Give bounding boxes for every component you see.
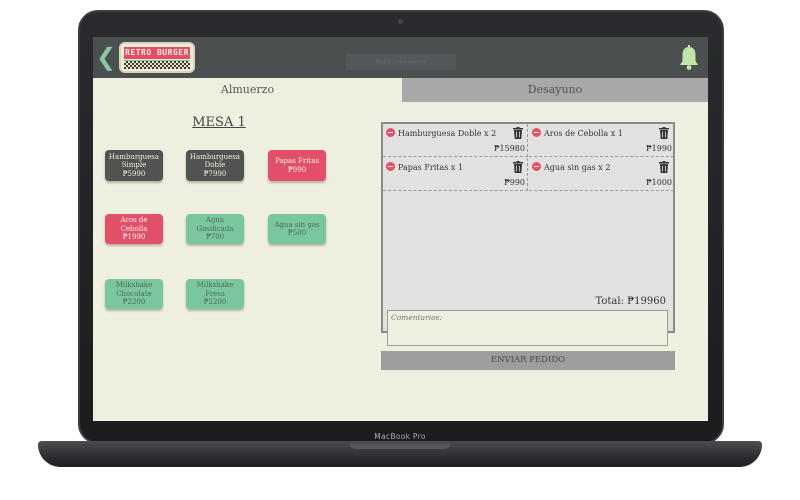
remove-item-icon[interactable] [532,162,541,171]
product-name: Agua sin gas [274,220,320,229]
app-screen: ❮ RETRO BURGER Mesa 1 | Pedido en curso … [93,37,708,421]
product-hamburguesa-simple[interactable]: Hamburguesa Simple ₱5990 [105,150,163,181]
remove-item-icon[interactable] [386,128,395,137]
product-milkshake-fresa[interactable]: Milkshake Fresa ₱2200 [186,279,244,309]
order-item: Papas Fritas x 1 ₱990 [383,158,528,191]
restaurant-logo: RETRO BURGER [119,42,195,73]
trash-icon[interactable] [513,161,523,173]
product-price: ₱2200 [203,298,227,307]
order-item-label: Hamburguesa Doble x 2 [398,129,497,138]
order-item-price: ₱1990 [645,144,672,153]
logo-text: RETRO BURGER [124,47,190,59]
order-item-label: Agua sin gas x 2 [544,163,611,172]
order-item-price: ₱990 [504,178,525,187]
bell-icon[interactable] [678,45,700,71]
product-milkshake-chocolate[interactable]: Milkshake Chocolate ₱2200 [105,279,163,309]
header-status-text: Mesa 1 | Pedido en curso [346,54,456,70]
order-item: Agua sin gas x 2 ₱1000 [529,158,674,191]
product-agua-sin-gas[interactable]: Agua sin gas ₱500 [268,214,326,244]
table-title: MESA 1 [192,115,246,130]
remove-item-icon[interactable] [386,162,395,171]
product-name: Aros de Cebolla [120,216,148,233]
order-panel: Hamburguesa Doble x 2 ₱15980 Aros de Ceb… [381,122,675,370]
send-order-button[interactable]: ENVIAR PEDIDO [381,351,675,370]
comments-field[interactable] [387,310,668,346]
order-item: Aros de Cebolla x 1 ₱1990 [529,124,674,157]
product-price: ₱990 [287,165,307,174]
order-item-price: ₱15980 [493,144,525,153]
tab-desayuno[interactable]: Desayuno [402,78,708,102]
product-name: Milkshake Chocolate [115,281,153,298]
order-item-label: Papas Fritas x 1 [398,163,464,172]
product-name: Milkshake Fresa [196,281,234,298]
order-item-price: ₱1000 [645,178,672,187]
product-price: ₱700 [205,233,225,242]
trash-icon[interactable] [513,127,523,139]
product-price: ₱7990 [203,169,227,178]
logo-checkerboard [124,61,190,69]
trash-icon[interactable] [659,161,669,173]
trash-icon[interactable] [659,127,669,139]
order-total: Total: ₱19960 [595,296,666,307]
product-name: Agua Gasificada [196,216,234,233]
back-chevron-icon[interactable]: ❮ [96,45,116,69]
product-hamburguesa-doble[interactable]: Hamburguesa Doble ₱7990 [186,150,244,181]
product-aros-de-cebolla[interactable]: Aros de Cebolla ₱1990 [105,214,163,244]
product-name: Papas Fritas [274,157,320,166]
product-price: ₱2200 [122,298,146,307]
product-price: ₱5990 [122,169,146,178]
product-papas-fritas[interactable]: Papas Fritas ₱990 [268,150,326,181]
order-item-label: Aros de Cebolla x 1 [544,129,623,138]
laptop-notch [350,444,450,449]
device-brand-label: MacBook Pro [374,432,426,441]
product-name: Hamburguesa Doble [189,152,241,170]
product-price: ₱500 [287,229,307,237]
top-bar: ❮ RETRO BURGER Mesa 1 | Pedido en curso [93,37,708,78]
product-price: ₱1990 [122,233,146,242]
product-agua-gasificada[interactable]: Agua Gasificada ₱700 [186,214,244,244]
camera-icon [398,19,403,24]
tab-almuerzo[interactable]: Almuerzo [93,78,402,102]
order-item: Hamburguesa Doble x 2 ₱15980 [383,124,528,157]
product-name: Hamburguesa Simple [108,152,160,170]
remove-item-icon[interactable] [532,128,541,137]
